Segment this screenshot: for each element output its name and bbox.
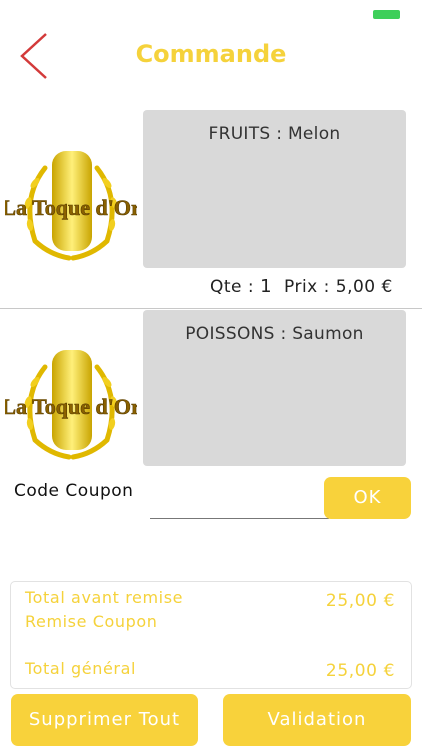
total-before-discount-label: Total avant remise (25, 588, 184, 607)
item-description-box[interactable]: FRUITS : Melon (143, 110, 406, 268)
coupon-label: Code Coupon (14, 481, 134, 501)
grand-total-value: 25,00 € (325, 661, 395, 681)
totals-card: Total avant remise 25,00 € Remise Coupon… (10, 581, 412, 689)
restaurant-logo: La Toque d'Or (1, 143, 141, 268)
item-divider (0, 308, 422, 309)
coupon-discount-label: Remise Coupon (25, 612, 158, 631)
validate-button[interactable]: Validation (223, 694, 411, 746)
total-before-discount-value: 25,00 € (325, 591, 395, 611)
price-label: Prix : (284, 277, 330, 297)
qty-label: Qte : (210, 277, 255, 297)
page-title: Commande (135, 40, 287, 68)
toque-logo-icon: La Toque d'Or (1, 350, 141, 460)
toque-logo-icon: La Toque d'Or (1, 151, 141, 261)
item-description: FRUITS : Melon (208, 124, 341, 144)
item-description: POISSONS : Saumon (185, 324, 364, 344)
item-description-box[interactable]: POISSONS : Saumon (143, 310, 406, 466)
grand-total-label: Total général (25, 659, 137, 678)
svg-text:La Toque d'Or: La Toque d'Or (5, 195, 137, 220)
delete-all-button[interactable]: Supprimer Tout (11, 694, 198, 746)
restaurant-logo: La Toque d'Or (1, 342, 141, 467)
coupon-ok-button[interactable]: OK (324, 477, 411, 519)
battery-indicator (373, 10, 400, 19)
price-value: 5,00 € (335, 277, 393, 297)
coupon-code-input[interactable] (150, 492, 329, 519)
item-meta: Qte :1 Prix : 5,00 € (210, 276, 393, 297)
qty-value: 1 (260, 276, 273, 297)
svg-text:La Toque d'Or: La Toque d'Or (5, 394, 137, 419)
